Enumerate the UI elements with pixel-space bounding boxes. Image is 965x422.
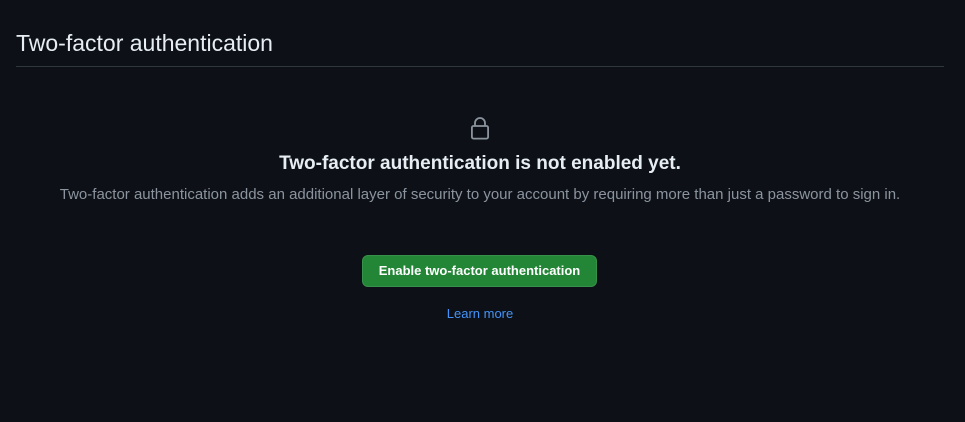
blankslate-heading: Two-factor authentication is not enabled… bbox=[279, 153, 681, 174]
page-header: Two-factor authentication bbox=[16, 0, 944, 67]
page-title: Two-factor authentication bbox=[16, 30, 273, 56]
blankslate-description: Two-factor authentication adds an additi… bbox=[59, 186, 901, 203]
learn-more-link[interactable]: Learn more bbox=[447, 306, 513, 321]
lock-icon bbox=[470, 117, 490, 140]
learn-more-container: Learn more bbox=[16, 304, 944, 324]
enable-two-factor-button[interactable]: Enable two-factor authentication bbox=[362, 255, 597, 287]
